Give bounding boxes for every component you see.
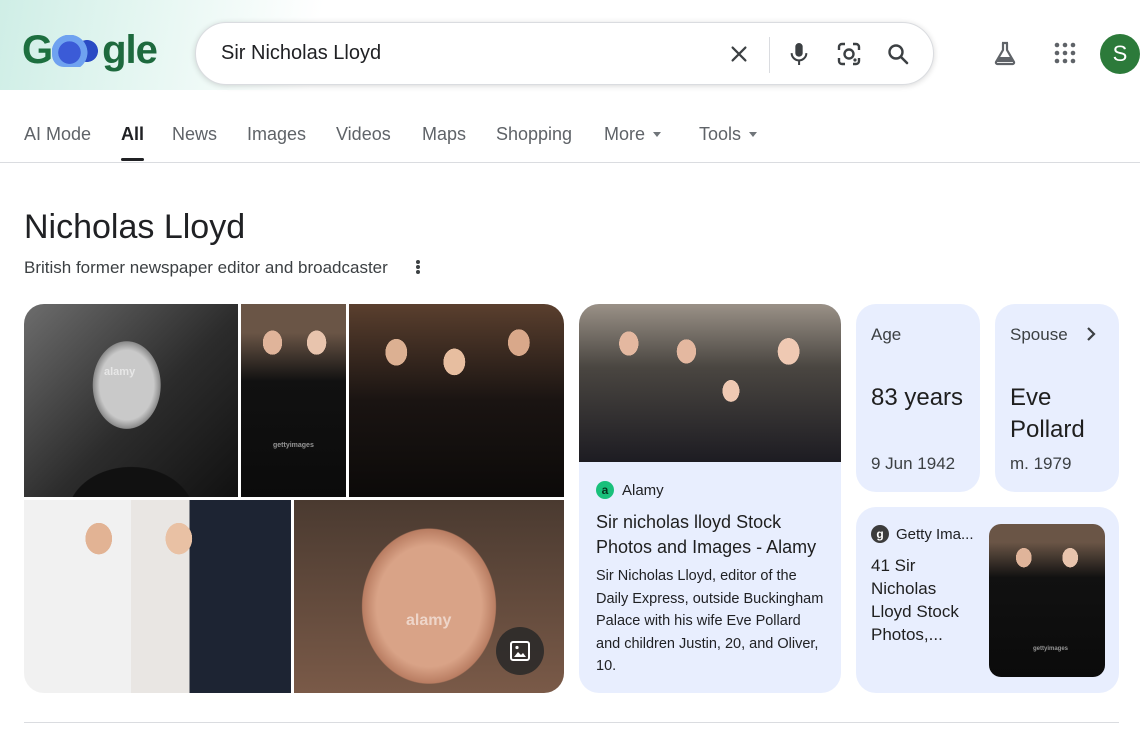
lens-icon[interactable] bbox=[832, 37, 866, 71]
tab-label: AI Mode bbox=[24, 124, 92, 144]
getty-thumbnail: gettyimages bbox=[989, 524, 1105, 677]
alamy-favicon-icon: a bbox=[596, 481, 614, 499]
fact-value: Eve Pollard bbox=[1010, 384, 1085, 443]
section-divider bbox=[24, 722, 1119, 723]
watermark: gettyimages bbox=[1033, 646, 1069, 652]
avatar[interactable]: S bbox=[1100, 34, 1140, 74]
tab-news[interactable]: News bbox=[172, 124, 217, 145]
tab-label: All bbox=[121, 124, 145, 144]
chevron-down-icon bbox=[749, 132, 758, 137]
search-tabs: AI Mode All News Images Videos Maps Shop… bbox=[24, 124, 1140, 162]
fact-subtext: m. 1979 bbox=[1010, 454, 1072, 473]
chevron-right-icon bbox=[1087, 327, 1096, 341]
entity-photo-4[interactable] bbox=[24, 500, 291, 693]
search-box[interactable]: Sir Nicholas Lloyd bbox=[195, 22, 934, 85]
apps-grid-icon[interactable] bbox=[1048, 36, 1082, 70]
source-name: Alamy bbox=[622, 481, 664, 499]
fact-value: 83 years bbox=[871, 384, 964, 411]
tab-label: More bbox=[604, 124, 646, 144]
getty-favicon-icon: g bbox=[871, 525, 889, 543]
more-options-icon[interactable] bbox=[410, 258, 426, 276]
tab-images[interactable]: Images bbox=[247, 124, 306, 145]
tab-tools[interactable]: Tools bbox=[699, 124, 758, 145]
tabs-divider bbox=[0, 162, 1140, 163]
clear-icon[interactable] bbox=[722, 37, 756, 71]
fact-label: Age bbox=[871, 325, 902, 344]
tab-more[interactable]: More bbox=[604, 124, 662, 145]
getty-source: g Getty Ima... bbox=[871, 525, 974, 543]
entity-photo-1[interactable]: alamy bbox=[24, 304, 238, 497]
tab-label: Images bbox=[247, 124, 307, 144]
watermark: alamy bbox=[104, 366, 136, 378]
entity-title: Nicholas Lloyd bbox=[24, 208, 246, 246]
fact-card-age: Age 83 years 9 Jun 1942 bbox=[856, 304, 980, 492]
search-icon[interactable] bbox=[881, 37, 915, 71]
labs-flask-icon[interactable] bbox=[988, 36, 1022, 70]
fact-card-spouse[interactable]: Spouse Eve Pollard m. 1979 bbox=[995, 304, 1119, 492]
search-divider bbox=[769, 37, 770, 73]
entity-photo-2[interactable]: gettyimages bbox=[241, 304, 346, 497]
mic-icon[interactable] bbox=[782, 37, 816, 71]
tab-ai-mode[interactable]: AI Mode bbox=[24, 124, 91, 145]
getty-result-title[interactable]: 41 Sir Nicholas Lloyd Stock Photos,... bbox=[871, 554, 981, 646]
tab-maps[interactable]: Maps bbox=[422, 124, 466, 145]
tab-label: Shopping bbox=[496, 124, 573, 144]
source-name: Getty Ima... bbox=[896, 525, 974, 543]
alamy-source: a Alamy bbox=[596, 481, 664, 499]
entity-photo-3[interactable] bbox=[349, 304, 564, 497]
tab-label: Videos bbox=[336, 124, 391, 144]
image-search-icon[interactable] bbox=[496, 627, 544, 675]
fact-subtext: 9 Jun 1942 bbox=[871, 454, 956, 473]
tab-label: Maps bbox=[422, 124, 467, 144]
tab-shopping[interactable]: Shopping bbox=[496, 124, 572, 145]
fact-label: Spouse bbox=[1010, 325, 1068, 344]
alamy-result-card[interactable]: a Alamy Sir nicholas lloyd Stock Photos … bbox=[579, 304, 841, 693]
watermark: alamy bbox=[406, 612, 452, 629]
watermark: gettyimages bbox=[273, 442, 314, 449]
tab-label: Tools bbox=[699, 124, 742, 144]
tab-videos[interactable]: Videos bbox=[336, 124, 391, 145]
chevron-down-icon bbox=[653, 132, 662, 137]
alamy-result-title[interactable]: Sir nicholas lloyd Stock Photos and Imag… bbox=[596, 510, 826, 560]
getty-result-card[interactable]: g Getty Ima... 41 Sir Nicholas Lloyd Sto… bbox=[856, 507, 1119, 693]
tab-all[interactable]: All bbox=[121, 124, 145, 161]
entity-subtitle: British former newspaper editor and broa… bbox=[24, 258, 388, 277]
tab-label: News bbox=[172, 124, 218, 144]
search-input[interactable]: Sir Nicholas Lloyd bbox=[221, 42, 381, 65]
alamy-result-description: Sir Nicholas Lloyd, editor of the Daily … bbox=[596, 568, 824, 675]
google-logo[interactable]: Ggle bbox=[22, 28, 158, 73]
alamy-thumbnail bbox=[579, 304, 841, 462]
